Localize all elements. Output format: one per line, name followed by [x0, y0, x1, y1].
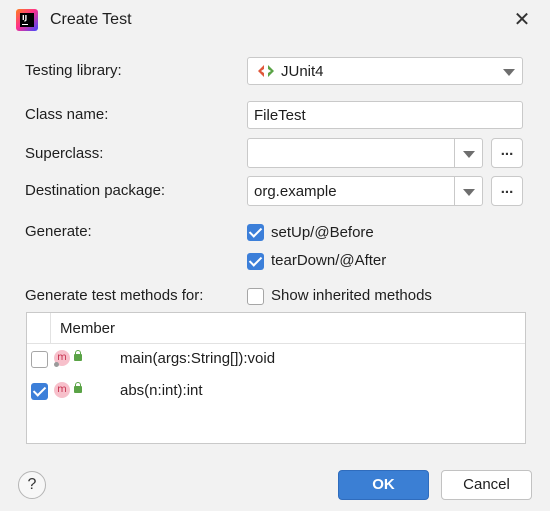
setup-before-label: setUp/@Before [271, 224, 374, 241]
teardown-after-label: tearDown/@After [271, 252, 387, 269]
class-name-label: Class name: [25, 106, 109, 123]
close-icon[interactable]: ✕ [512, 10, 532, 30]
superclass-label: Superclass: [25, 145, 104, 162]
method-signature: main(args:String[]):void [120, 350, 276, 367]
dialog-title: Create Test [50, 11, 132, 28]
setup-before-checkbox[interactable] [247, 224, 264, 241]
testing-library-dropdown[interactable]: JUnit4 [247, 57, 523, 85]
generate-methods-label: Generate test methods for: [25, 287, 204, 304]
class-name-value: FileTest [254, 107, 306, 124]
row-checkbox[interactable] [31, 383, 48, 400]
destination-browse-button[interactable]: ... [491, 176, 523, 206]
show-inherited-label: Show inherited methods [271, 287, 432, 304]
intellij-logo-icon: IJ [16, 9, 38, 31]
destination-package-combo[interactable]: org.example [247, 176, 483, 206]
table-row[interactable]: m main(args:String[]):void [27, 344, 525, 376]
method-signature: abs(n:int):int [120, 382, 203, 399]
superclass-combo[interactable] [247, 138, 483, 168]
combo-divider [454, 177, 455, 205]
chevron-down-icon[interactable] [463, 189, 475, 196]
cancel-button[interactable]: Cancel [441, 470, 532, 500]
destination-package-label: Destination package: [25, 182, 166, 199]
ok-button[interactable]: OK [338, 470, 429, 500]
generate-label: Generate: [25, 223, 92, 240]
column-divider [50, 313, 51, 343]
table-row[interactable]: m abs(n:int):int [27, 376, 525, 408]
combo-divider [454, 139, 455, 167]
row-checkbox[interactable] [31, 351, 48, 368]
member-column-header[interactable]: Member [60, 320, 115, 337]
destination-package-value: org.example [254, 183, 337, 200]
table-header: Member [27, 313, 525, 344]
title-bar: IJ Create Test ✕ [0, 0, 550, 40]
static-pin-icon [54, 362, 59, 367]
class-name-input[interactable]: FileTest [247, 101, 523, 129]
members-table[interactable]: Member m main(args:String[]):void m abs(… [26, 312, 526, 444]
chevron-down-icon[interactable] [463, 151, 475, 158]
help-button[interactable]: ? [18, 471, 46, 499]
superclass-browse-button[interactable]: ... [491, 138, 523, 168]
teardown-after-checkbox[interactable] [247, 253, 264, 270]
show-inherited-checkbox[interactable] [247, 288, 264, 305]
public-lock-icon [74, 382, 82, 393]
testing-library-value: JUnit4 [281, 63, 324, 80]
junit-icon [258, 65, 274, 77]
public-lock-icon [74, 350, 82, 361]
testing-library-label: Testing library: [25, 62, 122, 79]
method-icon: m [54, 382, 70, 398]
chevron-down-icon [503, 69, 515, 76]
